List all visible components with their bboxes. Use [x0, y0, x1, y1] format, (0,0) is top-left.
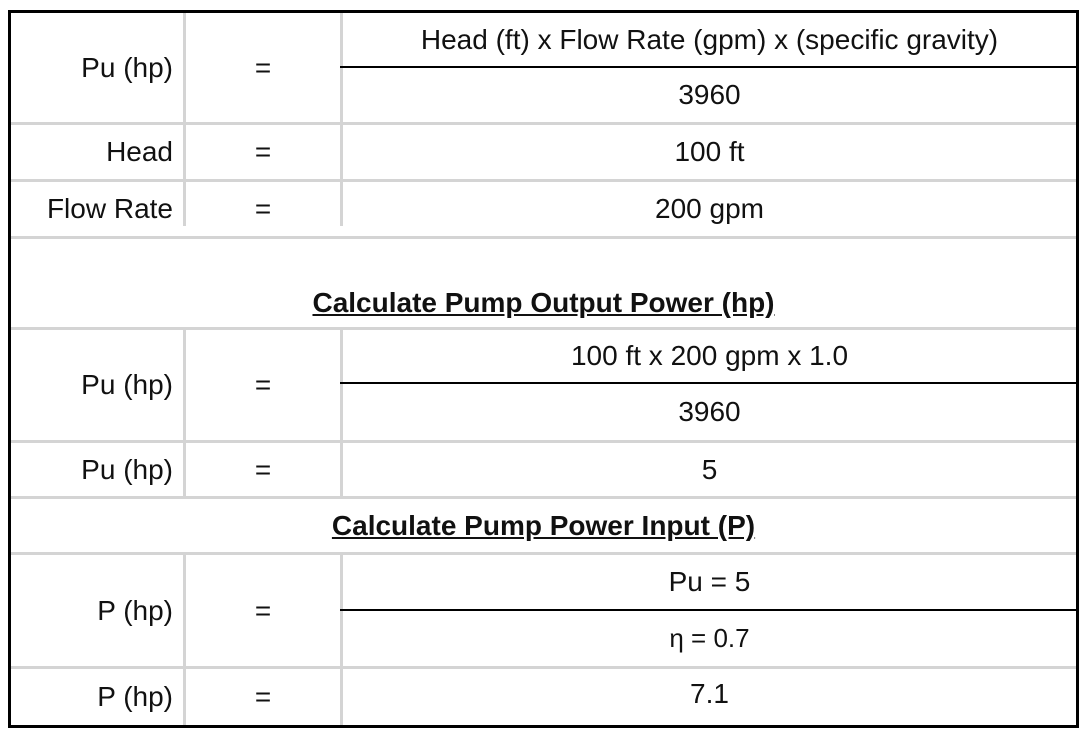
flow-rate-label: Flow Rate [46, 193, 173, 224]
section-title: Calculate Pump Power Input (P) [331, 509, 756, 541]
equals-sign: = [254, 594, 272, 626]
formula-denominator: η = 0.7 [669, 623, 750, 653]
grid-line [11, 236, 1076, 239]
result-label: Pu (hp) [81, 453, 173, 485]
formula-numerator: 100 ft x 200 gpm x 1.0 [570, 340, 849, 371]
formula-numerator: Head (ft) x Flow Rate (gpm) x (specific … [420, 23, 999, 55]
equals-sign: = [254, 193, 272, 224]
equals-sign: = [254, 51, 272, 83]
formula-label: Pu (hp) [81, 369, 173, 400]
equals-sign: = [254, 369, 272, 400]
result-label: P (hp) [97, 681, 173, 712]
formula-label: P (hp) [97, 594, 173, 626]
section-title: Calculate Pump Output Power (hp) [312, 287, 775, 318]
flow-rate-value: 200 gpm [655, 193, 764, 224]
formula-numerator: Pu = 5 [668, 566, 751, 597]
formula-denominator: 3960 [678, 396, 741, 427]
result-value: 7.1 [690, 678, 729, 709]
head-label: Head [106, 136, 173, 167]
formula-denominator: 3960 [678, 79, 741, 110]
equals-sign: = [254, 136, 272, 167]
equals-sign: = [254, 453, 272, 485]
result-value: 5 [701, 453, 718, 485]
formula-label: Pu (hp) [81, 51, 173, 83]
head-value: 100 ft [674, 136, 745, 167]
equals-sign: = [254, 681, 272, 712]
calculation-table: Pu (hp) = Head (ft) x Flow Rate (gpm) x … [8, 10, 1079, 728]
